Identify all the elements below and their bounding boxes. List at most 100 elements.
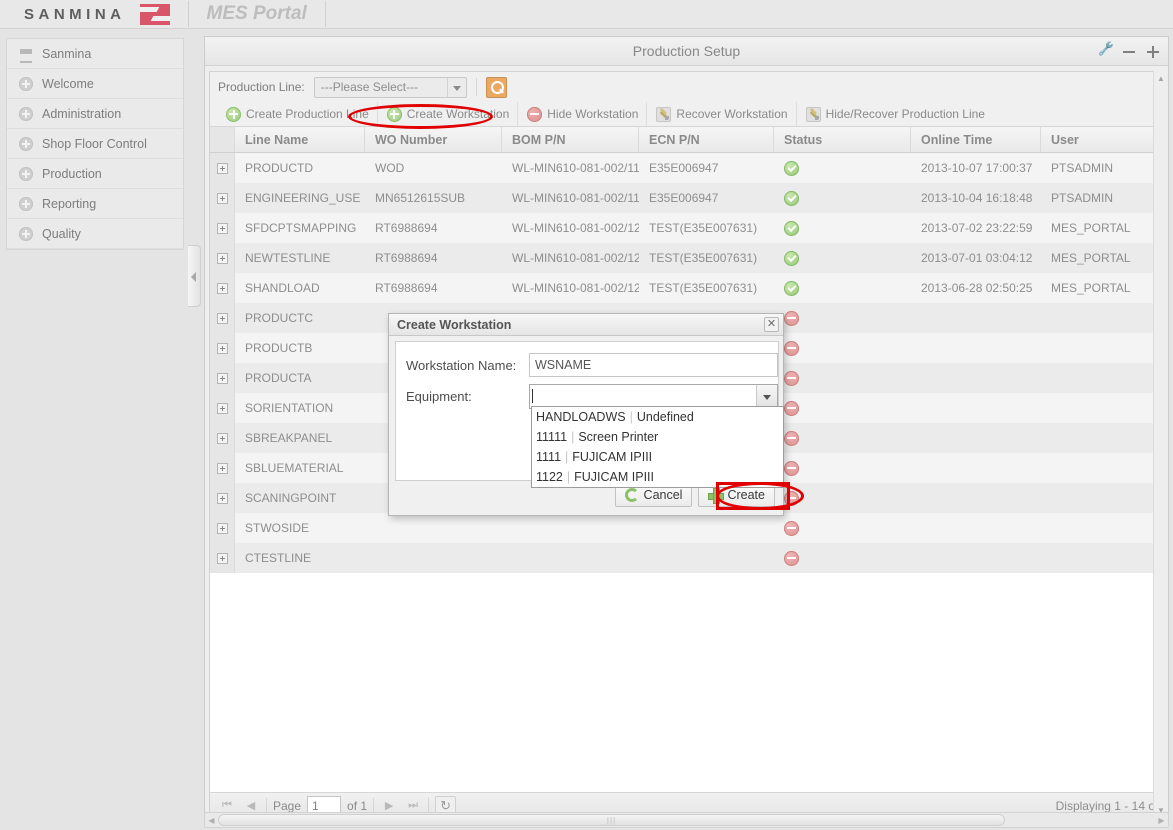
search-icon[interactable] (485, 76, 507, 98)
cell-wo-number (365, 543, 502, 573)
row-expand-button[interactable] (210, 333, 235, 363)
cell-wo-number: RT6988694 (375, 251, 438, 265)
column-header-line-name[interactable]: Line Name (235, 127, 365, 152)
cell-line-name: SORIENTATION (245, 401, 334, 415)
chevron-down-icon[interactable] (446, 77, 466, 97)
cell-line-name: PRODUCTD (245, 161, 313, 175)
page-label: Page (273, 798, 302, 813)
table-row[interactable]: SFDCPTSMAPPING RT6988694 WL-MIN610-081-002… (210, 213, 1163, 243)
cell-online-time (911, 303, 1041, 333)
vertical-scrollbar[interactable]: ▲ ▼ (1153, 71, 1167, 819)
wrench-icon[interactable] (1099, 45, 1112, 58)
status-offline-icon (784, 340, 799, 356)
column-header-ecn-p-n[interactable]: ECN P/N (639, 127, 774, 152)
pager-divider-1 (266, 798, 267, 813)
equipment-combobox[interactable] (529, 383, 778, 409)
chevron-down-icon[interactable] (756, 384, 777, 408)
dropdown-option[interactable]: 1122 | FUJICAM IPIII (532, 467, 783, 487)
row-expand-button[interactable] (210, 213, 235, 243)
toolbar-button-create-workstation[interactable]: Create Workstation (378, 102, 519, 126)
row-expand-button[interactable] (210, 183, 235, 213)
hscroll-track[interactable]: ||| (218, 814, 1155, 826)
sidebar-item-reporting[interactable]: Reporting (7, 189, 183, 219)
column-header-bom-p-n[interactable]: BOM P/N (502, 127, 639, 152)
panel-header: Production Setup (205, 37, 1168, 66)
dialog-body: Workstation Name: Equipment: HANDLOADWS|… (395, 341, 784, 488)
cell-online-time: 2013-10-04 16:18:48 (921, 191, 1033, 205)
row-expand-button[interactable] (210, 543, 235, 573)
maximize-icon[interactable] (1147, 45, 1160, 58)
table-row[interactable]: PRODUCTD WOD WL-MIN610-081-002/11 E35E00694… (210, 153, 1163, 183)
cell-online-time (911, 363, 1041, 393)
table-row[interactable]: STWOSIDE (210, 513, 1163, 543)
equipment-dropdown-list[interactable]: HANDLOADWS | Undefined 11111 | Screen Printer… (531, 406, 784, 488)
status-badge (774, 333, 911, 363)
expand-plus-icon (216, 162, 228, 174)
status-offline-icon (784, 400, 799, 416)
cell-bom-pn: WL-MIN610-081-002/12 (512, 251, 639, 265)
hscroll-thumb[interactable]: ||| (218, 814, 1006, 826)
horizontal-scrollbar[interactable]: ◀ ||| ▶ (204, 812, 1169, 828)
toolbar-button-hide-recover-production-line[interactable]: Hide/Recover Production Line (797, 102, 994, 126)
row-expand-button[interactable] (210, 393, 235, 423)
cell-online-time (911, 543, 1041, 573)
production-line-select[interactable]: ---Please Select--- (313, 76, 467, 98)
scroll-up-icon[interactable]: ▲ (1154, 71, 1168, 85)
sidebar-item-label: Administration (42, 106, 122, 121)
pager-divider-3 (428, 798, 430, 813)
table-row[interactable]: CTESTLINE (210, 543, 1163, 573)
dropdown-option[interactable]: 11111 | Screen Printer (532, 427, 783, 447)
row-expand-button[interactable] (210, 243, 235, 273)
cell-ecn-pn: E35E006947 (649, 161, 719, 175)
close-icon[interactable]: ✕ (764, 317, 779, 332)
sidebar-item-production[interactable]: Production (7, 159, 183, 189)
cancel-label: Cancel (643, 488, 683, 502)
list-icon (19, 47, 33, 63)
row-expand-button[interactable] (210, 453, 235, 483)
pager-divider-2 (373, 798, 375, 813)
sidebar-collapse-handle[interactable] (188, 245, 201, 307)
row-expand-button[interactable] (210, 303, 235, 333)
table-row[interactable]: ENGINEERING_USE MN6512615SUB WL-MIN610-081… (210, 183, 1163, 213)
row-expand-button[interactable] (210, 153, 235, 183)
column-header-online-time[interactable]: Online Time (911, 127, 1041, 152)
column-header-wo-number[interactable]: WO Number (365, 127, 502, 152)
sidebar-item-quality[interactable]: Quality (7, 219, 183, 249)
row-expand-button[interactable] (210, 363, 235, 393)
cell-user (1041, 513, 1163, 543)
status-offline-icon (784, 370, 799, 386)
scroll-right-icon[interactable]: ▶ (1155, 816, 1168, 825)
workstation-name-label: Workstation Name: (406, 357, 517, 373)
table-row[interactable]: SHANDLOAD RT6988694 WL-MIN610-081-002/12 TE… (210, 273, 1163, 303)
workstation-name-input[interactable] (528, 353, 778, 377)
row-expand-button[interactable] (210, 513, 235, 543)
sidebar-item-shop-floor-control[interactable]: Shop Floor Control (7, 129, 183, 159)
sidebar-item-sanmina[interactable]: Sanmina (7, 39, 183, 69)
row-expand-button[interactable] (210, 273, 235, 303)
status-offline-icon (784, 520, 799, 536)
equipment-label: Equipment: (406, 388, 472, 404)
column-header-status[interactable]: Status (774, 127, 911, 152)
sidebar-item-welcome[interactable]: Welcome (7, 69, 183, 99)
column-header-user[interactable]: User (1041, 127, 1165, 152)
cell-online-time: 2013-07-02 23:22:59 (921, 221, 1033, 235)
option-code: 1111 (536, 450, 562, 464)
status-offline-icon (784, 460, 799, 476)
scroll-left-icon[interactable]: ◀ (205, 816, 218, 825)
sidebar-item-administration[interactable]: Administration (7, 99, 183, 129)
expand-plus-icon (216, 222, 228, 234)
toolbar-button-create-production-line[interactable]: Create Production Line (217, 102, 378, 126)
option-separator: | (566, 470, 571, 484)
toolbar-button-hide-workstation[interactable]: Hide Workstation (518, 102, 648, 126)
dropdown-option[interactable]: HANDLOADWS | Undefined (532, 407, 783, 427)
sidebar: Sanmina Welcome Administration Shop Floor C… (0, 30, 190, 830)
row-expand-button[interactable] (210, 423, 235, 453)
minimize-icon[interactable] (1123, 45, 1136, 58)
toolbar-button-recover-workstation[interactable]: Recover Workstation (647, 102, 797, 126)
cell-user (1041, 393, 1163, 423)
dropdown-option[interactable]: 1111 | FUJICAM IPIII (532, 447, 783, 467)
cell-ecn-pn: TEST(E35E007631) (649, 251, 758, 265)
create-workstation-dialog: Create Workstation ✕ Workstation Name: E… (388, 313, 784, 516)
table-row[interactable]: NEWTESTLINE RT6988694 WL-MIN610-081-002/12… (210, 243, 1163, 273)
row-expand-button[interactable] (210, 483, 235, 513)
